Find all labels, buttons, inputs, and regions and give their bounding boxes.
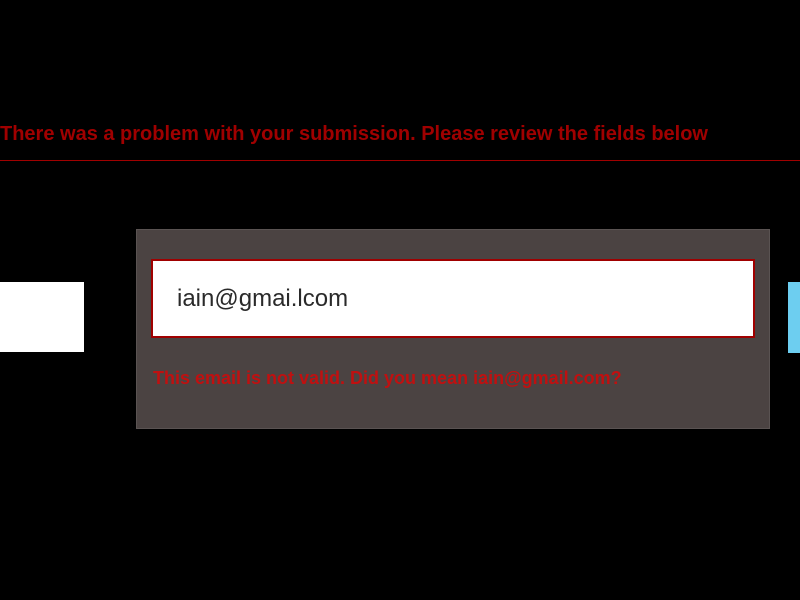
- email-form-section: This email is not valid. Did you mean ia…: [136, 229, 770, 429]
- right-cropped-element: [788, 282, 800, 353]
- email-validation-error: This email is not valid. Did you mean ia…: [151, 368, 755, 389]
- email-field[interactable]: [151, 259, 755, 338]
- left-cropped-element: [0, 282, 84, 352]
- submission-error-banner: There was a problem with your submission…: [0, 123, 800, 161]
